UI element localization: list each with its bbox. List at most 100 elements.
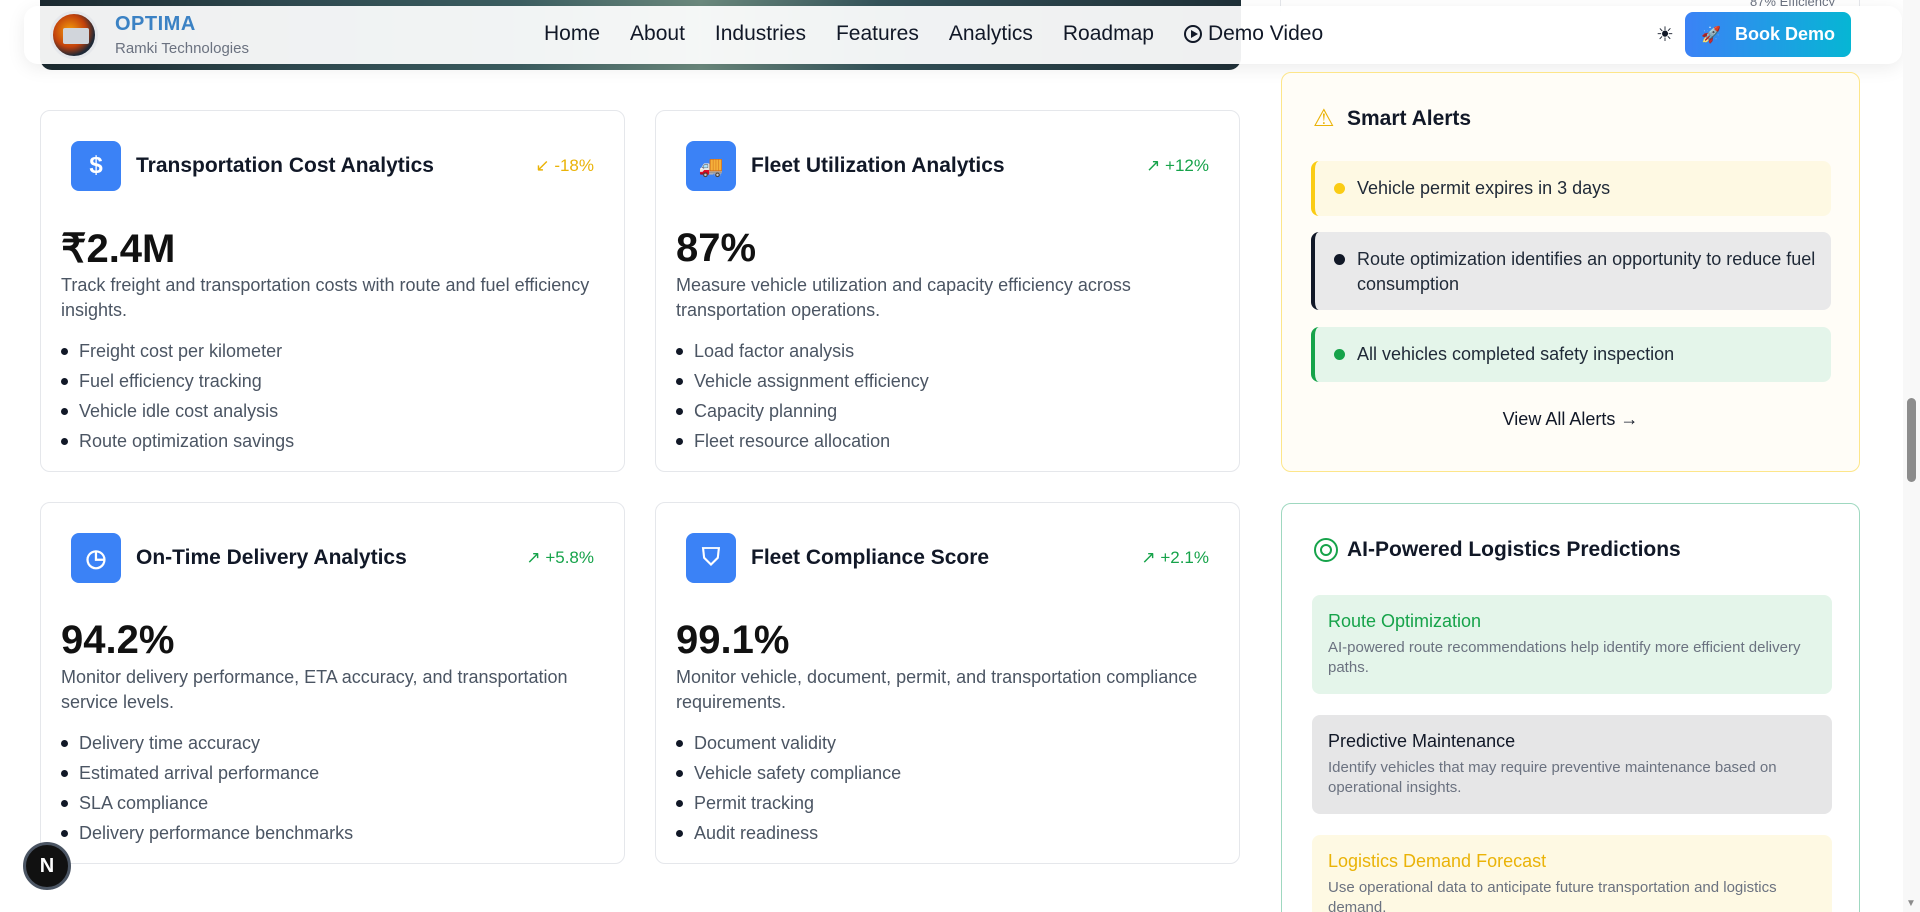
card-value: 99.1% [676, 618, 790, 662]
list-item: Delivery time accuracy [61, 728, 353, 758]
alert-text: All vehicles completed safety inspection [1357, 344, 1675, 364]
shield-icon: ⛉ [686, 533, 736, 583]
nav-industries[interactable]: Industries [715, 22, 806, 46]
truck-icon: 🚚 [686, 141, 736, 191]
nav-demo-video-label: Demo Video [1207, 22, 1324, 45]
prediction-predictive-maintenance[interactable]: Predictive Maintenance Identify vehicles… [1312, 715, 1832, 814]
card-on-time-delivery: ◷ On-Time Delivery Analytics ↗ +5.8% 94.… [40, 502, 625, 864]
alert-dot [1334, 349, 1345, 360]
list-item: Audit readiness [676, 818, 901, 848]
list-item: Delivery performance benchmarks [61, 818, 353, 848]
trend-badge: ↗ +2.1% [1141, 548, 1209, 568]
trend-up-icon: ↗ [526, 548, 546, 567]
nav-roadmap[interactable]: Roadmap [1063, 22, 1154, 46]
page-scrollbar[interactable]: ▼ [1903, 0, 1920, 912]
trend-badge: ↗ +5.8% [526, 548, 594, 568]
trend-value: +12% [1165, 156, 1209, 175]
card-value: ₹2.4M [61, 227, 176, 271]
list-item: SLA compliance [61, 788, 353, 818]
prediction-title: Logistics Demand Forecast [1328, 851, 1547, 871]
alert-item-warning[interactable]: Vehicle permit expires in 3 days [1311, 161, 1831, 216]
smart-alerts-panel: ⚠ Smart Alerts Vehicle permit expires in… [1281, 72, 1860, 472]
alert-dot [1334, 254, 1345, 265]
card-description: Monitor delivery performance, ETA accura… [61, 667, 568, 712]
trend-value: -18% [554, 156, 594, 175]
prediction-description: Use operational data to anticipate futur… [1328, 879, 1777, 912]
list-item: Vehicle idle cost analysis [61, 396, 294, 426]
prediction-description: Identify vehicles that may require preve… [1328, 759, 1777, 796]
book-demo-label: Book Demo [1734, 24, 1835, 44]
list-item: Fuel efficiency tracking [61, 366, 294, 396]
list-item: Freight cost per kilometer [61, 336, 294, 366]
book-demo-button[interactable]: 🚀 Book Demo [1685, 12, 1851, 57]
alert-item-success[interactable]: All vehicles completed safety inspection [1311, 327, 1831, 382]
card-description: Measure vehicle utilization and capacity… [676, 275, 1131, 320]
trend-value: +2.1% [1160, 548, 1209, 567]
card-title: On-Time Delivery Analytics [136, 546, 407, 569]
prediction-title: Route Optimization [1328, 611, 1482, 631]
list-item: Load factor analysis [676, 336, 929, 366]
clock-icon: ◷ [71, 533, 121, 583]
card-feature-list: Load factor analysis Vehicle assignment … [676, 336, 929, 456]
warning-icon: ⚠ [1313, 105, 1335, 132]
list-item: Vehicle assignment efficiency [676, 366, 929, 396]
trend-up-icon: ↗ [1146, 156, 1166, 175]
nav-demo-video[interactable]: Demo Video [1183, 22, 1324, 46]
card-title: Transportation Cost Analytics [136, 154, 434, 177]
trend-badge: ↗ +12% [1146, 156, 1209, 176]
brand[interactable]: OPTIMA Ramki Technologies [115, 13, 249, 57]
list-item: Fleet resource allocation [676, 426, 929, 456]
rocket-icon: 🚀 [1701, 26, 1721, 44]
nav-analytics[interactable]: Analytics [949, 22, 1033, 46]
card-feature-list: Document validity Vehicle safety complia… [676, 728, 901, 848]
prediction-demand-forecast[interactable]: Logistics Demand Forecast Use operationa… [1312, 835, 1832, 912]
card-fleet-utilization: 🚚 Fleet Utilization Analytics ↗ +12% 87%… [655, 110, 1240, 472]
card-title: Fleet Utilization Analytics [751, 154, 1005, 177]
trend-down-icon: ↙ [535, 156, 555, 175]
nav-links: Home About Industries Features Analytics… [544, 22, 1353, 46]
alert-text: Vehicle permit expires in 3 days [1357, 178, 1611, 198]
card-transportation-cost: $ Transportation Cost Analytics ↙ -18% ₹… [40, 110, 625, 472]
scroll-down-arrow-icon[interactable]: ▼ [1906, 898, 1916, 909]
card-fleet-compliance: ⛉ Fleet Compliance Score ↗ +2.1% 99.1% M… [655, 502, 1240, 864]
brand-subtitle: Ramki Technologies [115, 40, 249, 57]
card-title: Fleet Compliance Score [751, 546, 990, 569]
view-all-alerts-link[interactable]: View All Alerts → [1282, 409, 1859, 430]
list-item: Permit tracking [676, 788, 901, 818]
brand-logo[interactable] [50, 11, 98, 59]
card-feature-list: Delivery time accuracy Estimated arrival… [61, 728, 353, 848]
card-description: Track freight and transportation costs w… [61, 275, 590, 320]
alert-item-info[interactable]: Route optimization identifies an opportu… [1311, 232, 1831, 310]
card-feature-list: Freight cost per kilometer Fuel efficien… [61, 336, 294, 456]
target-icon [1314, 538, 1338, 562]
truck-logo-icon [63, 28, 89, 44]
smart-alerts-title: Smart Alerts [1347, 107, 1472, 130]
play-circle-icon [1183, 25, 1202, 43]
trend-up-icon: ↗ [1141, 548, 1161, 567]
list-item: Estimated arrival performance [61, 758, 353, 788]
trend-badge: ↙ -18% [535, 156, 594, 176]
nav-about[interactable]: About [630, 22, 685, 46]
card-value: 94.2% [61, 618, 175, 662]
brand-name: OPTIMA [115, 13, 196, 35]
prediction-route-optimization[interactable]: Route Optimization AI-powered route reco… [1312, 595, 1832, 694]
card-description: Monitor vehicle, document, permit, and t… [676, 667, 1198, 712]
alert-text: Route optimization identifies an opportu… [1357, 249, 1816, 294]
dollar-icon: $ [71, 141, 121, 191]
card-value: 87% [676, 226, 757, 270]
list-item: Document validity [676, 728, 901, 758]
nav-features[interactable]: Features [836, 22, 919, 46]
view-all-alerts-label: View All Alerts [1502, 409, 1616, 429]
trend-value: +5.8% [545, 548, 594, 567]
ai-predictions-title: AI-Powered Logistics Predictions [1347, 538, 1681, 561]
arrow-right-icon: → [1620, 409, 1639, 429]
nav-home[interactable]: Home [544, 22, 600, 46]
ai-predictions-panel: AI-Powered Logistics Predictions Route O… [1281, 503, 1860, 912]
list-item: Capacity planning [676, 396, 929, 426]
navbar: OPTIMA Ramki Technologies Home About Ind… [24, 6, 1902, 64]
sun-icon[interactable]: ☀ [1652, 22, 1678, 48]
scrollbar-thumb[interactable] [1907, 398, 1916, 482]
prediction-title: Predictive Maintenance [1328, 731, 1516, 751]
nextjs-dev-badge[interactable]: N [23, 842, 71, 890]
list-item: Route optimization savings [61, 426, 294, 456]
